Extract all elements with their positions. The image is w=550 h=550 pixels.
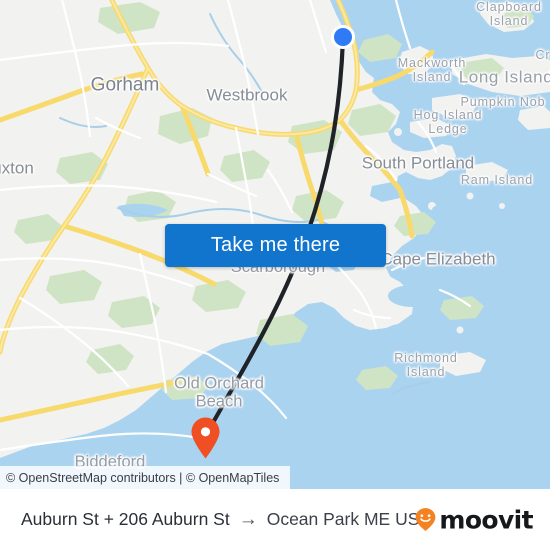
destination-pin-marker[interactable] (190, 417, 221, 459)
arrow-right-icon: → (238, 509, 258, 530)
moovit-wordmark: moovit (439, 505, 533, 534)
route-origin-label: Auburn St + 206 Auburn St (21, 509, 230, 529)
take-me-there-button[interactable]: Take me there (165, 224, 386, 267)
map-attribution: © OpenStreetMap contributors | © OpenMap… (0, 466, 290, 489)
moovit-route-preview: Clapboard Island Cr Mackworth Island Long Isl… (0, 0, 550, 550)
footer-bar: Auburn St + 206 Auburn St → Ocean Park M… (0, 489, 550, 550)
origin-location-dot[interactable] (331, 25, 355, 49)
map-canvas[interactable]: Clapboard Island Cr Mackworth Island Long Isl… (0, 0, 550, 489)
moovit-pin-icon (415, 508, 436, 532)
route-summary: Auburn St + 206 Auburn St → Ocean Park M… (21, 509, 431, 530)
moovit-logo[interactable]: moovit (415, 505, 534, 534)
attribution-text: © OpenStreetMap contributors | © OpenMap… (6, 470, 280, 485)
route-destination-label: Ocean Park ME USA (266, 509, 432, 529)
